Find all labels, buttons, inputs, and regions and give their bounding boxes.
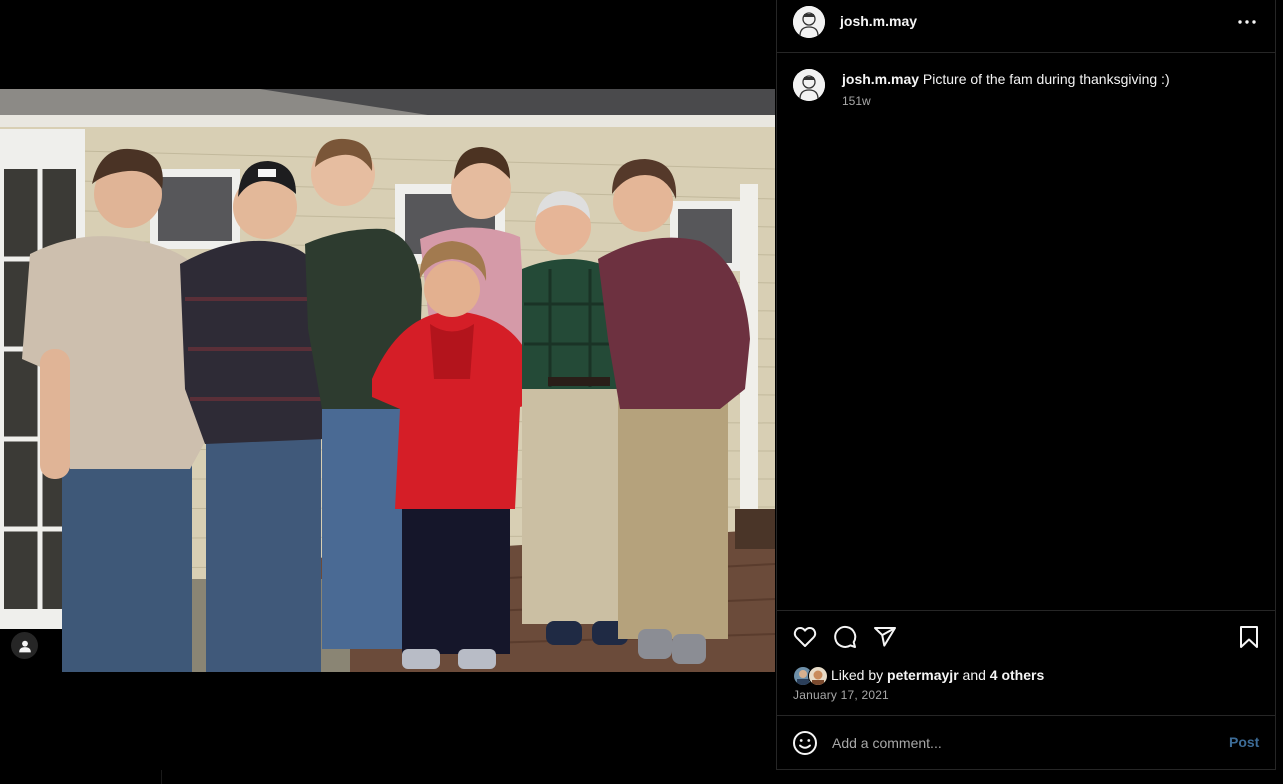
comment-button[interactable] xyxy=(832,624,858,650)
like-button[interactable] xyxy=(792,624,818,650)
smiley-icon xyxy=(793,731,817,755)
post-info-pane: josh.m.may josh.m.may Picture of the fam… xyxy=(776,0,1276,770)
actions-divider xyxy=(777,610,1275,611)
bottom-strip xyxy=(0,770,162,784)
liker-avatars[interactable] xyxy=(793,665,829,686)
caption-author-avatar[interactable] xyxy=(793,69,825,101)
likes-prefix: Liked by xyxy=(831,667,888,683)
user-tag-icon xyxy=(18,640,31,652)
liker-avatar xyxy=(808,666,828,686)
paper-plane-icon xyxy=(874,627,896,647)
likes-summary: Liked by petermayjr and 4 others xyxy=(793,664,1044,686)
tagged-users-button[interactable] xyxy=(11,632,38,659)
post-date[interactable]: January 17, 2021 xyxy=(793,688,889,702)
author-username[interactable]: josh.m.may xyxy=(840,13,917,29)
other-likers-link[interactable]: 4 others xyxy=(990,667,1044,683)
comment-bubble-icon xyxy=(834,625,857,648)
likes-conjunction: and xyxy=(958,667,990,683)
bookmark-icon xyxy=(1240,626,1258,648)
heart-icon xyxy=(793,627,817,647)
media-pane xyxy=(0,0,776,784)
post-photo[interactable] xyxy=(0,89,775,672)
caption-timestamp[interactable]: 151w xyxy=(842,94,871,108)
share-button[interactable] xyxy=(872,624,898,650)
first-liker-link[interactable]: petermayjr xyxy=(887,667,959,683)
more-options-button[interactable] xyxy=(1231,12,1263,32)
comment-divider xyxy=(777,715,1275,716)
comment-input[interactable] xyxy=(832,732,1212,754)
caption-text: josh.m.may Picture of the fam during tha… xyxy=(842,70,1262,88)
caption-username[interactable]: josh.m.may xyxy=(842,71,919,87)
caption-body: Picture of the fam during thanksgiving :… xyxy=(922,71,1170,87)
instagram-post-view: josh.m.may josh.m.may Picture of the fam… xyxy=(0,0,1283,784)
post-comment-button[interactable]: Post xyxy=(1229,734,1259,750)
emoji-button[interactable] xyxy=(792,730,818,756)
author-avatar[interactable] xyxy=(793,6,825,38)
save-button[interactable] xyxy=(1236,624,1262,650)
likes-text: Liked by petermayjr and 4 others xyxy=(831,667,1044,683)
more-horizontal-icon xyxy=(1238,20,1256,24)
post-header: josh.m.may xyxy=(777,0,1275,53)
